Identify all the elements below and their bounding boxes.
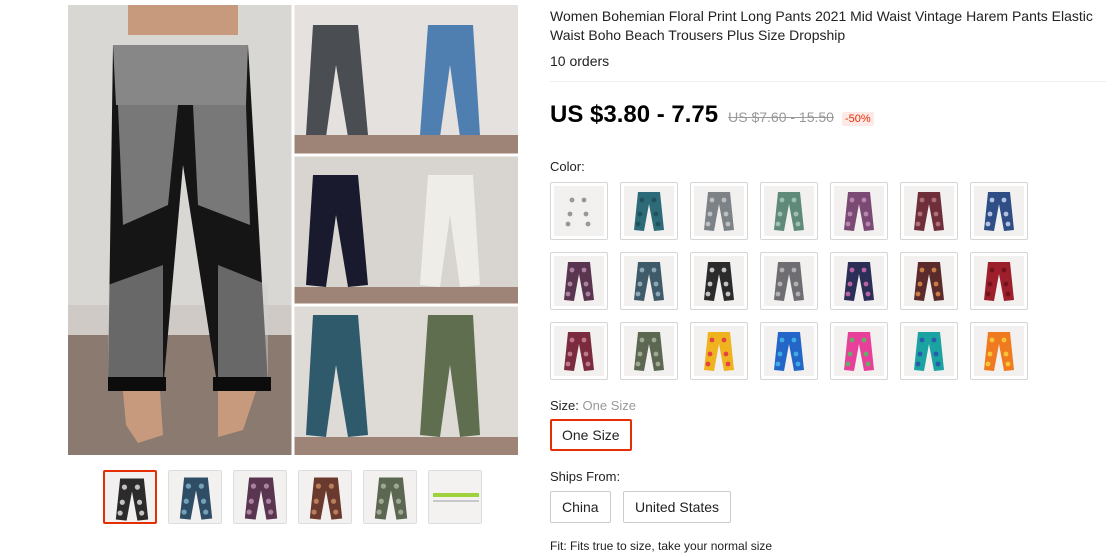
swatch-image bbox=[764, 326, 814, 376]
size-label-row: Size: One Size bbox=[550, 398, 636, 413]
size-label: Size: bbox=[550, 398, 579, 413]
color-swatch-pink-tiedye[interactable] bbox=[830, 322, 888, 380]
thumbnail-2[interactable] bbox=[168, 470, 222, 524]
swatch-image bbox=[694, 186, 744, 236]
swatch-image bbox=[974, 256, 1024, 306]
swatch-image bbox=[904, 326, 954, 376]
swatch-image bbox=[554, 186, 604, 236]
swatch-image bbox=[834, 326, 884, 376]
color-swatch-red-solid[interactable] bbox=[970, 252, 1028, 310]
discount-badge: -50% bbox=[841, 112, 874, 126]
swatch-image bbox=[764, 186, 814, 236]
swatch-image bbox=[624, 256, 674, 306]
swatch-image bbox=[694, 256, 744, 306]
size-option-one-size[interactable]: One Size bbox=[550, 419, 632, 451]
color-swatch-navy-peacock[interactable] bbox=[830, 252, 888, 310]
color-swatch-black-white-print[interactable] bbox=[690, 252, 748, 310]
thumbnail-3[interactable] bbox=[233, 470, 287, 524]
thumbnail-6-size-chart[interactable] bbox=[428, 470, 482, 524]
color-swatch-green-mandala[interactable] bbox=[760, 182, 818, 240]
color-swatch-purple-paisley[interactable] bbox=[830, 182, 888, 240]
color-swatch-orange-tiedye[interactable] bbox=[970, 322, 1028, 380]
color-swatch-blue-tribal[interactable] bbox=[970, 182, 1028, 240]
color-swatch-wine-print[interactable] bbox=[550, 322, 608, 380]
color-swatch-blue-tiedye[interactable] bbox=[760, 322, 818, 380]
ships-from-china[interactable]: China bbox=[550, 491, 611, 523]
color-swatch-white-paisley[interactable] bbox=[550, 182, 608, 240]
fit-info: Fit: Fits true to size, take your normal… bbox=[550, 539, 773, 553]
product-title: Women Bohemian Floral Print Long Pants 2… bbox=[550, 8, 1093, 43]
ships-from-united-states[interactable]: United States bbox=[623, 491, 732, 523]
main-product-image[interactable] bbox=[68, 5, 518, 455]
color-label: Color: bbox=[550, 159, 585, 174]
color-swatch-teal-solid[interactable] bbox=[620, 182, 678, 240]
product-photo-collage bbox=[68, 5, 518, 455]
swatch-image bbox=[624, 186, 674, 236]
thumbnail-5[interactable] bbox=[363, 470, 417, 524]
color-swatch-olive-print[interactable] bbox=[620, 322, 678, 380]
ships-from-label: Ships From: bbox=[550, 469, 621, 484]
swatch-image bbox=[834, 256, 884, 306]
swatch-image bbox=[974, 326, 1024, 376]
size-selected-text: One Size bbox=[582, 398, 637, 413]
color-swatch-grey-floral[interactable] bbox=[760, 252, 818, 310]
color-swatch-grey-paisley[interactable] bbox=[690, 182, 748, 240]
color-swatch-blue-grey-print[interactable] bbox=[620, 252, 678, 310]
swatch-image bbox=[764, 256, 814, 306]
swatch-image bbox=[554, 326, 604, 376]
order-count: 10 orders bbox=[550, 53, 610, 69]
color-swatch-maroon-paisley[interactable] bbox=[900, 182, 958, 240]
swatch-image bbox=[624, 326, 674, 376]
swatch-image bbox=[974, 186, 1024, 236]
thumbnail-4[interactable] bbox=[298, 470, 352, 524]
color-swatch-teal-tiedye[interactable] bbox=[900, 322, 958, 380]
current-price: US $3.80 - 7.75 bbox=[550, 101, 719, 128]
thumbnail-1[interactable] bbox=[103, 470, 157, 524]
swatch-image bbox=[694, 326, 744, 376]
swatch-image bbox=[904, 256, 954, 306]
divider bbox=[550, 81, 1106, 82]
color-swatch-plum-print[interactable] bbox=[550, 252, 608, 310]
original-price: US $7.60 - 15.50 bbox=[728, 109, 834, 125]
swatch-image bbox=[554, 256, 604, 306]
color-swatch-rainbow-tiedye[interactable] bbox=[690, 322, 748, 380]
thumbnail-strip bbox=[103, 470, 482, 524]
swatch-image bbox=[834, 186, 884, 236]
price-row: US $3.80 - 7.75 US $7.60 - 15.50 -50% bbox=[550, 101, 874, 129]
color-swatch-brown-peacock[interactable] bbox=[900, 252, 958, 310]
swatch-image bbox=[904, 186, 954, 236]
